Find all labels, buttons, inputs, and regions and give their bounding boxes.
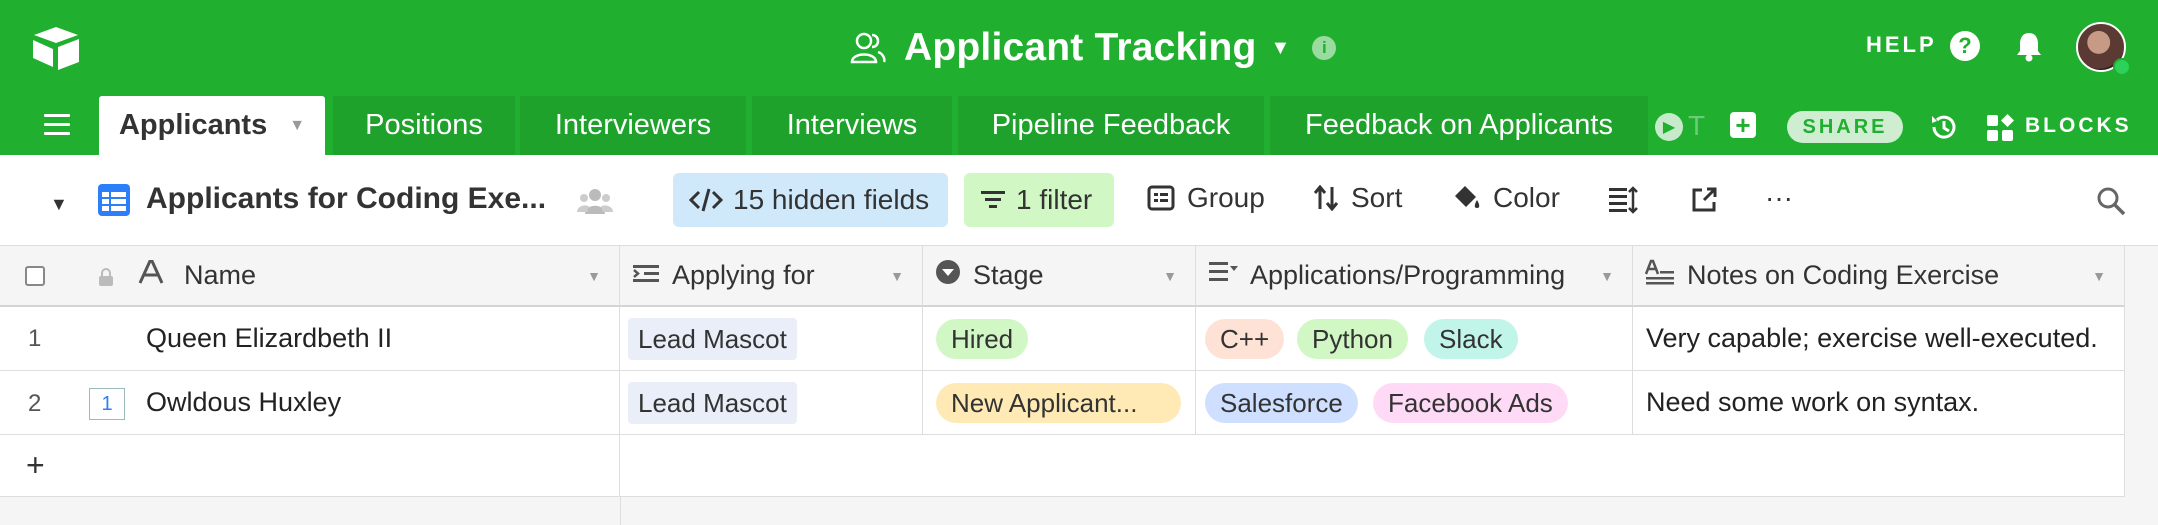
tab-interviewers[interactable]: Interviewers xyxy=(520,96,746,155)
chevron-down-icon[interactable]: ▼ xyxy=(890,268,904,284)
blocks-icon[interactable] xyxy=(1984,112,2016,144)
column-header-stage[interactable]: Stage ▼ xyxy=(923,246,1196,307)
tab-label: Interviewers xyxy=(554,109,712,141)
eye-slash-icon xyxy=(689,188,723,212)
single-select-icon xyxy=(935,259,961,292)
column-label: Stage xyxy=(973,260,1044,290)
chevron-down-icon[interactable]: ▼ xyxy=(1271,37,1291,60)
linked-record-icon xyxy=(632,260,660,291)
notification-bell-icon[interactable] xyxy=(2014,30,2044,62)
sort-icon xyxy=(1313,185,1339,211)
hamburger-menu-icon[interactable] xyxy=(44,114,70,135)
linked-record-chip[interactable]: Lead Mascot xyxy=(628,318,797,360)
grid-footer-left xyxy=(0,497,621,525)
stage-tag: Hired xyxy=(936,319,1029,359)
base-title-area[interactable]: Applicant Tracking ▼ i xyxy=(850,22,1337,74)
skill-tag: Slack xyxy=(1424,319,1518,359)
paint-bucket-icon xyxy=(1455,186,1480,208)
applicant-name: Queen Elizardbeth II xyxy=(146,323,393,353)
filter-button[interactable]: 1 filter xyxy=(964,173,1114,227)
view-switcher-chevron-icon[interactable]: ▼ xyxy=(50,194,68,215)
add-table-button[interactable]: + xyxy=(1730,112,1756,138)
color-button[interactable]: Color xyxy=(1451,182,1560,214)
sort-label: Sort xyxy=(1351,182,1403,213)
skill-tag: Facebook Ads xyxy=(1373,383,1568,423)
help-icon[interactable]: ? xyxy=(1950,31,1980,61)
base-people-icon xyxy=(850,32,886,64)
share-button[interactable]: SHARE xyxy=(1787,111,1903,143)
tab-positions[interactable]: Positions xyxy=(333,96,515,155)
column-label: Name xyxy=(184,260,257,290)
stage-tag: New Applicant... xyxy=(936,383,1181,423)
column-header-name[interactable]: Name ▼ xyxy=(0,246,620,307)
tab-label: Applicants xyxy=(118,109,268,141)
help-label[interactable]: HELP xyxy=(1866,32,1937,58)
more-options-button[interactable]: ··· xyxy=(1765,182,1793,214)
skill-tag: Python xyxy=(1297,319,1408,359)
coding-notes: Need some work on syntax. xyxy=(1646,387,1980,417)
column-header-applications-programming[interactable]: Applications/Programming ▼ xyxy=(1196,246,1633,307)
tab-label: Pipeline Feedback xyxy=(991,109,1231,141)
search-icon[interactable] xyxy=(2096,186,2126,216)
add-row-button[interactable]: + xyxy=(26,447,45,484)
online-status-dot xyxy=(2113,58,2131,76)
group-label: Group xyxy=(1187,182,1265,213)
sort-button[interactable]: Sort xyxy=(1313,182,1402,214)
chevron-down-icon[interactable]: ▼ xyxy=(1163,268,1177,284)
hidden-fields-label: 15 hidden fields xyxy=(733,184,930,215)
group-button[interactable]: Group xyxy=(1147,182,1265,214)
column-header-notes[interactable]: Notes on Coding Exercise ▼ xyxy=(1633,246,2125,307)
skill-tag: C++ xyxy=(1205,319,1285,359)
chevron-down-icon[interactable]: ▼ xyxy=(289,117,305,135)
column-label: Notes on Coding Exercise xyxy=(1687,260,2000,290)
collaborators-icon[interactable] xyxy=(577,186,613,216)
text-field-icon xyxy=(138,259,164,291)
view-name[interactable]: Applicants for Coding Exe... xyxy=(146,182,546,216)
row-number: 1 xyxy=(28,325,42,352)
chevron-down-icon[interactable]: ▼ xyxy=(2092,268,2106,284)
lock-icon xyxy=(99,268,113,286)
long-text-icon xyxy=(1644,259,1675,292)
grid-view-icon xyxy=(98,184,130,216)
row-number: 2 xyxy=(28,390,42,417)
add-row-cell[interactable] xyxy=(0,435,620,497)
tab-interviews[interactable]: Interviews xyxy=(752,96,952,155)
filter-icon xyxy=(981,191,1005,208)
tab-label: Feedback on Applicants xyxy=(1305,109,1613,141)
comment-count-badge[interactable]: 1 xyxy=(89,388,125,420)
hidden-fields-button[interactable]: 15 hidden fields xyxy=(673,173,948,227)
info-icon[interactable]: i xyxy=(1312,36,1337,60)
tab-label: Positions xyxy=(365,109,483,141)
tab-applicants[interactable]: Applicants ▼ xyxy=(99,96,325,155)
column-header-applying-for[interactable]: Applying for ▼ xyxy=(620,246,923,307)
color-label: Color xyxy=(1493,182,1560,213)
chevron-down-icon[interactable]: ▼ xyxy=(587,268,601,284)
tab-pipeline-feedback[interactable]: Pipeline Feedback xyxy=(958,96,1264,155)
tab-label: Interviews xyxy=(786,109,918,141)
applicant-name: Owldous Huxley xyxy=(146,387,342,417)
base-title: Applicant Tracking xyxy=(904,26,1257,69)
more-tabs-arrow-icon[interactable]: ▶ xyxy=(1655,113,1683,141)
column-label: Applying for xyxy=(672,260,815,290)
chevron-down-icon[interactable]: ▼ xyxy=(1600,268,1614,284)
linked-record-chip[interactable]: Lead Mascot xyxy=(628,382,797,424)
coding-notes: Very capable; exercise well-executed. xyxy=(1646,323,2098,353)
blocks-label[interactable]: BLOCKS xyxy=(2025,114,2132,138)
skill-tag: Salesforce xyxy=(1205,383,1358,423)
history-icon[interactable] xyxy=(1928,111,1960,143)
add-row-cell[interactable] xyxy=(620,435,2125,497)
share-view-external-icon[interactable] xyxy=(1690,186,1718,214)
tab-feedback-on-applicants[interactable]: Feedback on Applicants xyxy=(1270,96,1648,155)
overflow-tab-fade: T xyxy=(1688,110,1706,141)
column-label: Applications/Programming xyxy=(1250,260,1566,290)
row-height-icon[interactable] xyxy=(1608,186,1638,214)
select-all-checkbox[interactable] xyxy=(25,266,45,286)
group-icon xyxy=(1147,185,1175,211)
filter-label: 1 filter xyxy=(1016,184,1093,215)
multi-select-icon xyxy=(1208,259,1238,292)
airtable-logo-icon[interactable] xyxy=(30,24,82,72)
